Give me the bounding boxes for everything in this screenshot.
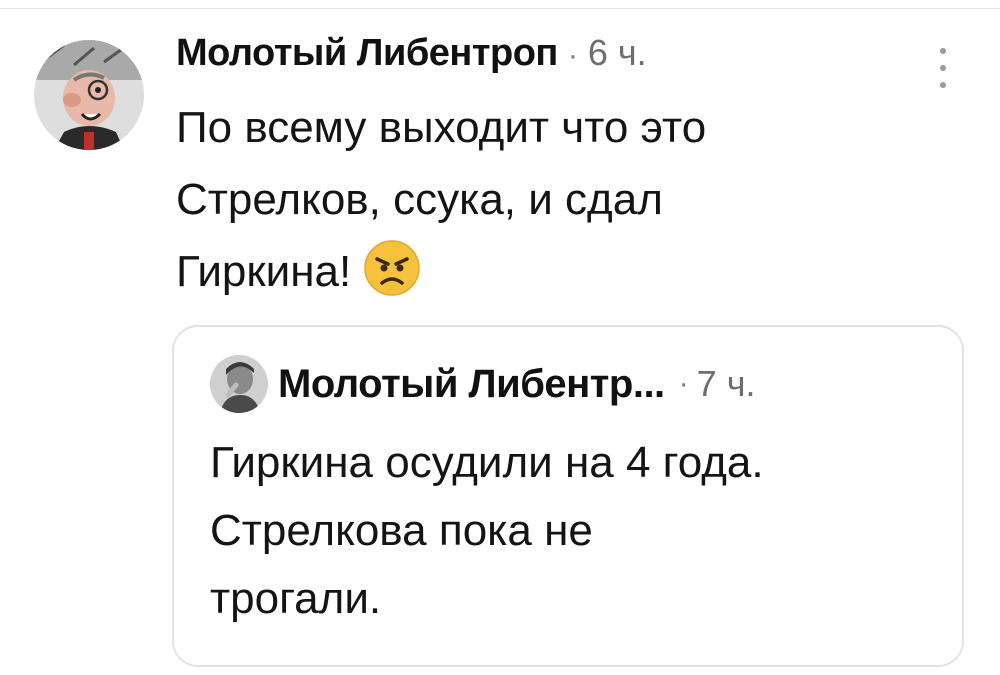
post: Молотый Либентроп · 6 ч. По всему выходи… [0,0,1000,675]
quoted-text-line: трогали. [210,574,382,623]
boy-portrait-avatar-icon [210,355,268,413]
quoted-post-text: Гиркина осудили на 4 года. Стрелкова пок… [210,429,940,633]
post-text-line-last: Гиркина! [176,236,896,308]
quoted-text-line: Гиркина осудили на 4 года. [210,438,764,487]
separator-dot: · [567,39,578,72]
quoted-post-header: Молотый Либентр... · 7 ч. [210,355,755,413]
quoted-post-time[interactable]: 7 ч. [697,363,756,405]
more-dot [940,48,946,54]
pig-character-avatar-icon [34,40,144,150]
post-text-line: По всему выходит что это [176,103,707,152]
quoted-text-line: Стрелкова пока не [210,506,593,555]
quoted-author-name[interactable]: Молотый Либентр... [278,362,665,407]
post-header: Молотый Либентроп · 6 ч. [176,32,647,88]
separator-dot: · [678,367,689,400]
post-text-line: Гиркина! [176,247,352,296]
quoted-author-avatar[interactable] [210,355,268,413]
post-text-line: Стрелков, ссука, и сдал [176,175,663,224]
more-dot [940,82,946,88]
more-vertical-icon[interactable] [938,48,948,88]
post-text: По всему выходит что это Стрелков, ссука… [176,92,896,308]
quoted-post[interactable]: Молотый Либентр... · 7 ч. Гиркина осудил… [172,325,964,667]
more-dot [940,65,946,71]
post-time[interactable]: 6 ч. [588,32,647,74]
author-avatar[interactable] [34,40,144,150]
author-name[interactable]: Молотый Либентроп [176,32,558,75]
angry-face-emoji-icon [363,239,421,297]
